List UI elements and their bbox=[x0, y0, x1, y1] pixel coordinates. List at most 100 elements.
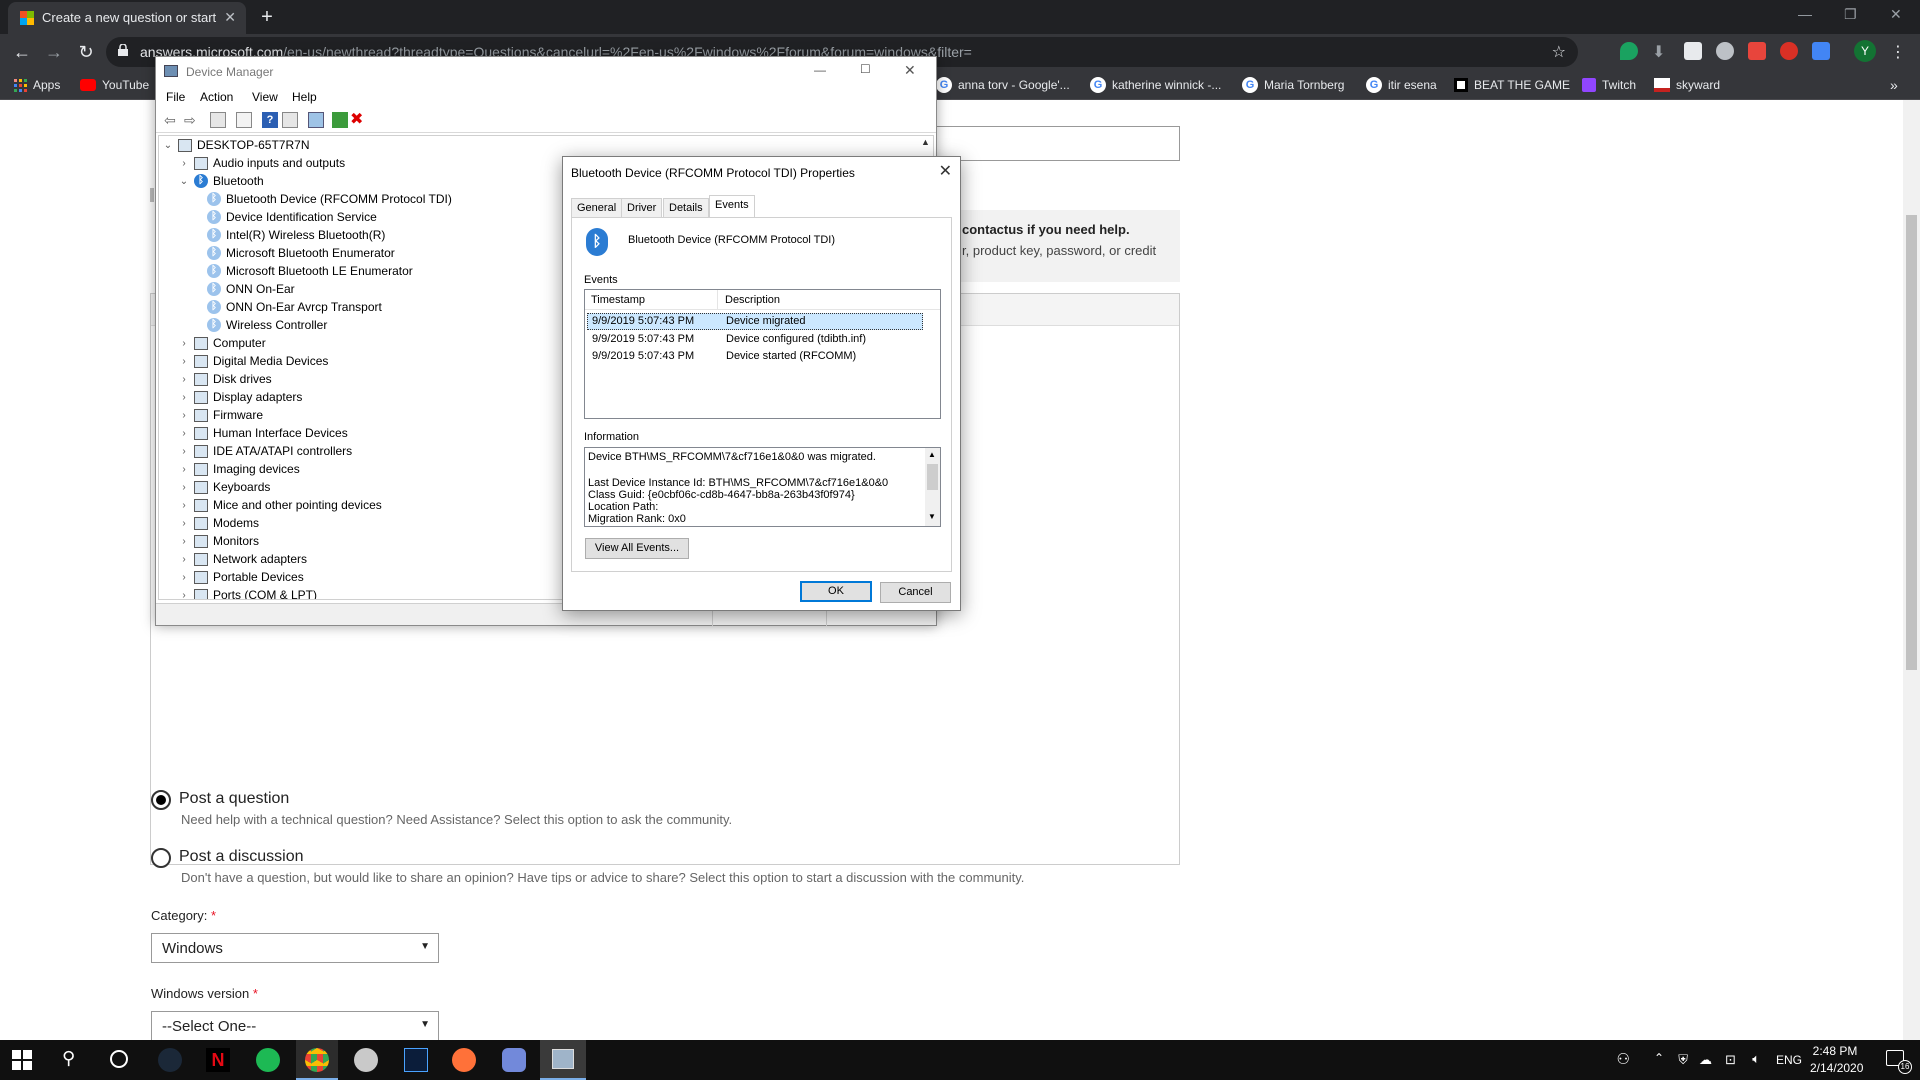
event-row[interactable]: 9/9/2019 5:07:43 PM Device configured (t… bbox=[587, 331, 923, 348]
chevron-right-icon[interactable]: › bbox=[179, 572, 189, 583]
reload-icon[interactable]: ↻ bbox=[76, 42, 96, 63]
tree-category[interactable]: › Disk drives bbox=[179, 370, 271, 388]
bookmark-katherine-winnick[interactable]: Gkatherine winnick -... bbox=[1090, 75, 1221, 95]
tree-device[interactable]: ᛒ Microsoft Bluetooth LE Enumerator bbox=[207, 262, 413, 280]
windows-version-select[interactable]: --Select One-- ▼ bbox=[151, 1011, 439, 1041]
show-hidden-icons-icon[interactable]: ⌃ bbox=[1654, 1051, 1664, 1065]
device-manager-taskbar-button[interactable] bbox=[540, 1040, 586, 1080]
uninstall-device-icon[interactable]: ✖ bbox=[350, 112, 366, 128]
tree-device[interactable]: ᛒ Wireless Controller bbox=[207, 316, 327, 334]
people-icon[interactable]: ⚇ bbox=[1617, 1050, 1630, 1068]
tab-events[interactable]: Events bbox=[709, 195, 755, 217]
category-select[interactable]: Windows ▼ bbox=[151, 933, 439, 963]
volume-icon[interactable]: 🔈︎ bbox=[1752, 1051, 1760, 1067]
steam-icon[interactable] bbox=[158, 1048, 182, 1072]
tree-device[interactable]: ᛒ ONN On-Ear Avrcp Transport bbox=[207, 298, 382, 316]
menu-view[interactable]: View bbox=[252, 90, 278, 104]
discord-icon[interactable] bbox=[502, 1048, 526, 1072]
tree-category[interactable]: › Monitors bbox=[179, 532, 259, 550]
help-icon[interactable]: ? bbox=[262, 112, 278, 128]
tree-category[interactable]: ⌄ ᛒ Bluetooth bbox=[179, 172, 264, 190]
download-extension-icon[interactable]: ⬇ bbox=[1652, 42, 1670, 61]
col-description[interactable]: Description bbox=[725, 294, 780, 306]
qr-extension-icon[interactable] bbox=[1684, 42, 1702, 60]
chevron-down-icon[interactable]: ⌄ bbox=[179, 176, 189, 187]
maximize-icon[interactable]: ☐ bbox=[860, 62, 871, 76]
tree-category[interactable]: › Portable Devices bbox=[179, 568, 303, 586]
close-window-icon[interactable]: ✕ bbox=[1890, 6, 1902, 23]
chevron-down-icon[interactable]: ⌄ bbox=[163, 140, 173, 151]
device-manager-titlebar[interactable]: Device Manager — ☐ ✕ bbox=[156, 57, 936, 87]
chevron-right-icon[interactable]: › bbox=[179, 482, 189, 493]
firefox-icon[interactable] bbox=[452, 1048, 476, 1072]
scroll-up-icon[interactable]: ▲ bbox=[928, 450, 936, 459]
chevron-right-icon[interactable]: › bbox=[179, 356, 189, 367]
bookmark-twitch[interactable]: Twitch bbox=[1582, 75, 1636, 95]
menu-dots-icon[interactable]: ⋮ bbox=[1888, 42, 1908, 62]
network-icon[interactable]: ⊡ bbox=[1725, 1052, 1736, 1068]
post-question-label[interactable]: Post a question bbox=[179, 790, 289, 808]
bookmark-skyward[interactable]: skyward bbox=[1654, 75, 1720, 95]
tree-category[interactable]: › Ports (COM & LPT) bbox=[179, 586, 317, 599]
app-icon[interactable] bbox=[404, 1048, 428, 1072]
bookmark-itir-esena[interactable]: Gitir esena bbox=[1366, 75, 1437, 95]
post-discussion-label[interactable]: Post a discussion bbox=[179, 848, 304, 866]
properties-titlebar[interactable]: Bluetooth Device (RFCOMM Protocol TDI) P… bbox=[563, 157, 960, 187]
bookmark-beat-the-game[interactable]: BEAT THE GAME bbox=[1454, 75, 1570, 95]
back-icon[interactable]: ⇦ bbox=[164, 112, 180, 128]
globe-extension-icon[interactable] bbox=[1716, 42, 1734, 60]
tree-category[interactable]: › Imaging devices bbox=[179, 460, 299, 478]
close-tab-icon[interactable]: ✕ bbox=[224, 9, 236, 26]
tree-category[interactable]: › Mice and other pointing devices bbox=[179, 496, 381, 514]
chevron-right-icon[interactable]: › bbox=[179, 410, 189, 421]
view-icon[interactable] bbox=[282, 112, 298, 128]
minimize-icon[interactable]: — bbox=[1798, 6, 1812, 22]
app-icon[interactable] bbox=[354, 1048, 378, 1072]
tree-category[interactable]: › Keyboards bbox=[179, 478, 270, 496]
spotify-icon[interactable] bbox=[256, 1048, 280, 1072]
chevron-right-icon[interactable]: › bbox=[179, 446, 189, 457]
chevron-right-icon[interactable]: › bbox=[179, 554, 189, 565]
language-indicator[interactable]: ENG bbox=[1776, 1053, 1802, 1067]
tree-category[interactable]: › Digital Media Devices bbox=[179, 352, 328, 370]
tree-root[interactable]: ⌄ DESKTOP-65T7R7N bbox=[163, 136, 310, 154]
tree-device[interactable]: ᛒ Microsoft Bluetooth Enumerator bbox=[207, 244, 395, 262]
more-bookmarks-button[interactable]: » bbox=[1890, 75, 1898, 95]
info-scroll-thumb[interactable] bbox=[927, 464, 938, 490]
tree-device[interactable]: ᛒ ONN On-Ear bbox=[207, 280, 295, 298]
event-row[interactable]: 9/9/2019 5:07:43 PM Device started (RFCO… bbox=[587, 348, 923, 365]
cortana-icon[interactable] bbox=[110, 1050, 128, 1068]
browser-tab[interactable]: Create a new question or start a ✕ bbox=[8, 2, 246, 34]
chrome-taskbar-button[interactable] bbox=[296, 1040, 338, 1080]
chevron-right-icon[interactable]: › bbox=[179, 374, 189, 385]
tree-category[interactable]: › Computer bbox=[179, 334, 265, 352]
tree-device[interactable]: ᛒ Device Identification Service bbox=[207, 208, 377, 226]
tree-category[interactable]: › Display adapters bbox=[179, 388, 302, 406]
menu-file[interactable]: File bbox=[166, 90, 185, 104]
event-row[interactable]: 9/9/2019 5:07:43 PM Device migrated bbox=[587, 313, 923, 330]
info-scrollbar[interactable]: ▲ ▼ bbox=[925, 448, 940, 526]
back-icon[interactable]: ← bbox=[12, 42, 32, 63]
netflix-icon[interactable]: N bbox=[206, 1048, 230, 1072]
post-discussion-radio[interactable] bbox=[151, 848, 171, 868]
shield-extension-icon[interactable] bbox=[1620, 42, 1638, 60]
title-input[interactable] bbox=[934, 126, 1180, 161]
show-hide-tree-icon[interactable] bbox=[210, 112, 226, 128]
tree-device[interactable]: ᛒ Bluetooth Device (RFCOMM Protocol TDI) bbox=[207, 190, 452, 208]
defender-icon[interactable]: ⛨ bbox=[1678, 1052, 1688, 1068]
bookmark-maria-tornberg[interactable]: G Maria Tornberg bbox=[1242, 75, 1344, 95]
video-extension-icon[interactable] bbox=[1748, 42, 1766, 60]
adblock-extension-icon[interactable] bbox=[1780, 42, 1798, 60]
chevron-right-icon[interactable]: › bbox=[179, 464, 189, 475]
close-icon[interactable]: ✕ bbox=[904, 62, 916, 79]
translate-extension-icon[interactable] bbox=[1812, 42, 1830, 60]
chevron-right-icon[interactable]: › bbox=[179, 392, 189, 403]
post-question-radio[interactable] bbox=[151, 790, 171, 810]
update-driver-icon[interactable] bbox=[332, 112, 348, 128]
bookmark-anna-torv[interactable]: Ganna torv - Google'... bbox=[936, 75, 1070, 95]
scan-hardware-icon[interactable] bbox=[308, 112, 324, 128]
col-timestamp[interactable]: Timestamp bbox=[591, 294, 645, 306]
bookmark-youtube[interactable]: YouTube bbox=[80, 75, 149, 95]
tree-scroll-up-icon[interactable]: ▲ bbox=[921, 137, 933, 151]
chevron-right-icon[interactable]: › bbox=[179, 428, 189, 439]
